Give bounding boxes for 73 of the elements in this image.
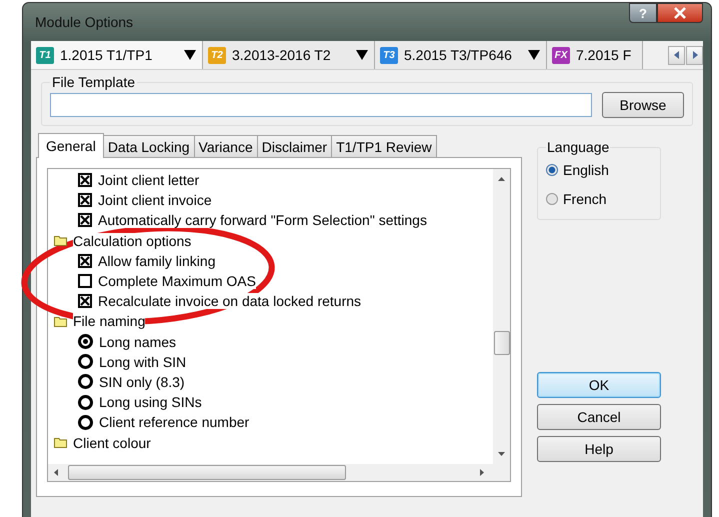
radio-button[interactable] [546,192,558,204]
scroll-thumb[interactable] [494,331,510,355]
radio-button[interactable] [78,334,93,350]
folder-icon [54,437,67,448]
option-label: SIN only (8.3) [99,374,185,390]
vertical-scrollbar[interactable] [493,169,510,464]
module-tab[interactable]: T3 5.2015 T3/TP646 [375,41,547,69]
scroll-thumb[interactable] [68,465,346,480]
scroll-left-button[interactable] [668,46,685,64]
folder-icon [54,235,67,246]
checkbox[interactable] [78,274,92,288]
group-label: File Template [51,74,136,90]
dropdown-arrow-icon[interactable] [184,50,196,60]
module-badge: T2 [208,46,226,64]
option-label: Joint client letter [98,172,200,188]
module-badge: T1 [36,46,54,64]
module-tab[interactable]: T2 3.2013-2016 T2 [203,41,375,69]
dropdown-arrow-icon[interactable] [356,50,368,60]
right-arrow-icon [692,51,698,59]
checkbox[interactable] [78,254,92,268]
scroll-right-button[interactable] [686,46,703,64]
dialog-button[interactable]: OK [537,372,661,398]
option-label: Long with SIN [99,354,186,370]
window-title: Module Options [34,13,134,31]
folder-icon [54,316,67,327]
up-arrow-icon[interactable] [498,177,505,181]
module-tab[interactable]: T1 1.2015 T1/TP1 [31,41,203,69]
group-label: Language [546,139,610,155]
option-label: Long using SINs [99,394,202,410]
tree-folder[interactable]: Client colour [48,432,493,453]
radio-button[interactable] [78,374,93,390]
checkbox[interactable] [78,173,92,188]
radio-button[interactable] [78,354,93,370]
browse-button[interactable]: Browse [602,92,684,118]
left-arrow-icon[interactable] [54,469,58,476]
close-icon [673,7,687,19]
module-label: 1.2015 T1/TP1 [60,47,154,63]
option-label: Joint client invoice [98,192,212,208]
checkbox[interactable] [78,294,92,308]
checkbox[interactable] [78,193,92,208]
tab[interactable]: Disclaimer [256,135,332,157]
option-label: English [563,162,609,178]
tab[interactable]: General [38,133,104,158]
radio-button[interactable] [78,394,93,410]
right-arrow-icon[interactable] [480,469,484,476]
option-label: Recalculate invoice on data locked returns [98,293,362,310]
option-label: Allow family linking [98,252,216,269]
radio-button[interactable] [546,164,558,176]
tree-folder[interactable]: File naming [48,311,493,332]
module-badge: FX [552,46,570,64]
option-label: Client reference number [99,414,250,430]
tree-folder[interactable]: Calculation options [48,230,493,251]
module-label: 7.2015 F [576,47,632,63]
down-arrow-icon[interactable] [498,452,505,456]
tab[interactable]: T1/TP1 Review [331,135,437,157]
checkbox[interactable] [78,213,92,228]
tab[interactable]: Variance [194,135,258,157]
module-label: 3.2013-2016 T2 [232,47,332,63]
close-button[interactable] [657,3,703,23]
dialog-button[interactable]: Help [537,436,661,462]
tab[interactable]: Data Locking [102,135,195,157]
file-template-field[interactable] [50,93,592,117]
dropdown-arrow-icon[interactable] [528,50,540,60]
module-tab[interactable]: FX 7.2015 F [547,41,643,69]
left-arrow-icon [674,51,680,59]
option-label: Complete Maximum OAS [98,273,256,290]
module-label: 5.2015 T3/TP646 [404,47,513,63]
option-label: French [563,190,607,206]
dialog-button[interactable]: Cancel [537,404,661,430]
option-label: Automatically carry forward "Form Selection" settings [98,212,427,228]
horizontal-scrollbar[interactable] [48,464,510,481]
module-badge: T3 [380,46,398,64]
radio-button[interactable] [78,414,93,430]
